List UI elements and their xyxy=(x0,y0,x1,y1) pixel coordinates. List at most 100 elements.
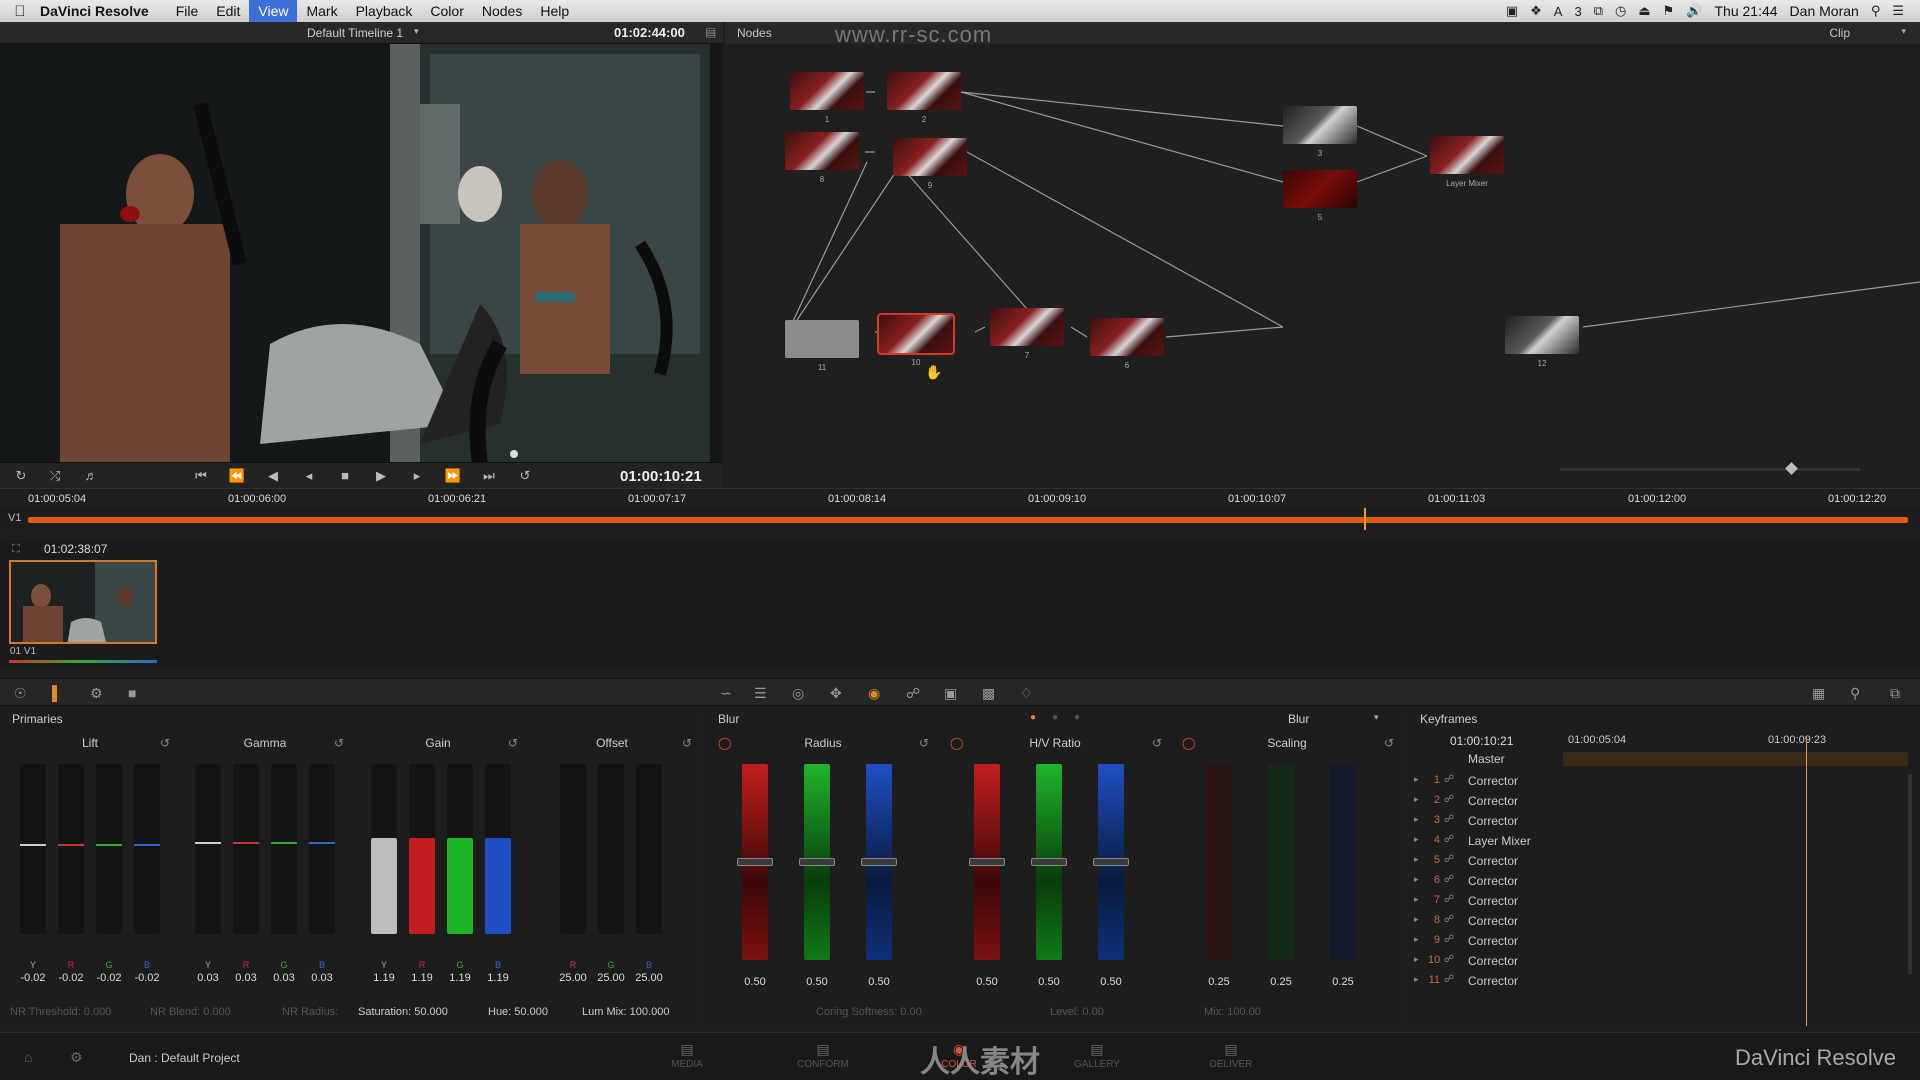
menu-mark[interactable]: Mark xyxy=(297,0,346,22)
lift-y-track[interactable] xyxy=(20,764,46,934)
keyframe-row[interactable]: ▸ 11 ☍ Corrector xyxy=(1408,974,1920,994)
lift-b-value[interactable]: -0.02 xyxy=(129,972,165,984)
home-icon[interactable]: ⌂ xyxy=(24,1049,32,1065)
node-layer-mixer[interactable] xyxy=(1430,136,1504,174)
blur-icon[interactable]: ◉ xyxy=(868,685,880,702)
keyframe-row[interactable]: ▸ 2 ☍ Corrector xyxy=(1408,794,1920,814)
keyframe-row[interactable]: ▸ 10 ☍ Corrector xyxy=(1408,954,1920,974)
step-forward-button[interactable]: ▸ xyxy=(408,468,426,484)
hv-r-handle[interactable] xyxy=(969,858,1005,866)
node-6[interactable] xyxy=(1090,318,1164,356)
radius-r-handle[interactable] xyxy=(737,858,773,866)
lock-icon[interactable]: ☍ xyxy=(1444,814,1454,825)
play-reverse-button[interactable]: ◂ xyxy=(300,468,318,484)
lock-icon[interactable]: ☍ xyxy=(1444,774,1454,785)
volume-icon[interactable]: 🔊 xyxy=(1686,3,1702,19)
lock-icon[interactable]: ☍ xyxy=(1444,914,1454,925)
radius-reset-icon[interactable]: ↺ xyxy=(919,736,929,750)
step-back-button[interactable]: ◀ xyxy=(264,468,282,484)
nr-blend[interactable]: NR Blend: 0.000 xyxy=(150,1006,231,1018)
timeline-selector[interactable]: Default Timeline 1 xyxy=(307,26,403,40)
expand-arrow-icon[interactable]: ▸ xyxy=(1414,834,1419,845)
offset-g-track[interactable] xyxy=(598,764,624,934)
flag-icon[interactable]: ⚑ xyxy=(1663,3,1675,19)
expand-arrow-icon[interactable]: ▸ xyxy=(1414,914,1419,925)
notifications-icon[interactable]: ☰ xyxy=(1892,3,1904,19)
mix[interactable]: Mix: 100.00 xyxy=(1204,1006,1261,1018)
expand-arrow-icon[interactable]: ▸ xyxy=(1414,934,1419,945)
scaling-b-value[interactable]: 0.25 xyxy=(1325,976,1361,988)
radius-g-value[interactable]: 0.50 xyxy=(799,976,835,988)
node-3[interactable] xyxy=(1283,106,1357,144)
expand-arrow-icon[interactable]: ▸ xyxy=(1414,794,1419,805)
node-8[interactable] xyxy=(785,132,859,170)
offset-r-value[interactable]: 25.00 xyxy=(555,972,591,984)
deliver-page-icon[interactable]: ▤ xyxy=(1196,1041,1266,1058)
radius-b-handle[interactable] xyxy=(861,858,897,866)
key-icon[interactable]: ☍ xyxy=(906,685,920,702)
first-frame-button[interactable]: ⏮ xyxy=(192,468,210,484)
lock-icon[interactable]: ☍ xyxy=(1444,934,1454,945)
lock-icon[interactable]: ☍ xyxy=(1444,974,1454,985)
app-name-menu[interactable]: DaVinci Resolve xyxy=(40,3,149,19)
gamma-b-track[interactable] xyxy=(309,764,335,934)
tab-conform[interactable]: CONFORM xyxy=(788,1059,858,1070)
keyframes-master-track[interactable] xyxy=(1563,752,1908,766)
adobe-icon[interactable]: A xyxy=(1554,4,1563,19)
scaling-b-bar[interactable] xyxy=(1330,764,1356,960)
lift-r-value[interactable]: -0.02 xyxy=(53,972,89,984)
hv-b-handle[interactable] xyxy=(1093,858,1129,866)
expand-panel-icon[interactable]: ⧉ xyxy=(1890,685,1900,702)
menu-edit[interactable]: Edit xyxy=(207,0,249,22)
shuffle-icon[interactable]: ⤮ xyxy=(46,468,64,484)
node-2[interactable] xyxy=(887,72,961,110)
rewind-button[interactable]: ⏪ xyxy=(228,468,246,484)
expand-arrow-icon[interactable]: ▸ xyxy=(1414,874,1419,885)
fast-forward-button[interactable]: ⏩ xyxy=(444,468,462,484)
hv-reset-icon[interactable]: ↺ xyxy=(1152,736,1162,750)
menu-help[interactable]: Help xyxy=(531,0,578,22)
gamma-r-track[interactable] xyxy=(233,764,259,934)
keyframe-row[interactable]: ▸ 9 ☍ Corrector xyxy=(1408,934,1920,954)
lock-icon[interactable]: ☍ xyxy=(1444,854,1454,865)
sizing-icon[interactable]: ▣ xyxy=(944,685,957,702)
saturation[interactable]: Saturation: 50.000 xyxy=(358,1006,448,1018)
node-11[interactable] xyxy=(785,320,859,358)
gamma-r-value[interactable]: 0.03 xyxy=(228,972,264,984)
rgb-mixer-icon[interactable]: ⚙ xyxy=(90,685,103,702)
spotlight-search-icon[interactable]: ⚲ xyxy=(1871,3,1881,19)
sharpen-tab-dot[interactable]: ● xyxy=(1052,712,1058,723)
settings-gear-icon[interactable]: ⚙ xyxy=(70,1049,83,1066)
chevron-down-icon[interactable]: ▾ xyxy=(414,26,419,37)
hue[interactable]: Hue: 50.000 xyxy=(488,1006,548,1018)
expand-arrow-icon[interactable]: ▸ xyxy=(1414,954,1419,965)
lift-reset-icon[interactable]: ↺ xyxy=(160,736,170,750)
tab-gallery[interactable]: GALLERY xyxy=(1062,1059,1132,1070)
node-7[interactable] xyxy=(990,308,1064,346)
stop-button[interactable]: ■ xyxy=(336,468,354,483)
qualifier-icon[interactable]: ☰ xyxy=(754,685,767,702)
node-zoom-slider[interactable] xyxy=(1560,468,1860,471)
media-page-icon[interactable]: ▤ xyxy=(652,1041,722,1058)
tab-media[interactable]: MEDIA xyxy=(652,1059,722,1070)
gamma-g-track[interactable] xyxy=(271,764,297,934)
viewer-scrub-handle[interactable] xyxy=(510,450,518,458)
clip-thumbnail[interactable] xyxy=(9,560,157,644)
gain-b-value[interactable]: 1.19 xyxy=(480,972,516,984)
lock-icon[interactable]: ☍ xyxy=(1444,894,1454,905)
radius-g-handle[interactable] xyxy=(799,858,835,866)
user-name[interactable]: Dan Moran xyxy=(1790,3,1859,19)
gamma-b-value[interactable]: 0.03 xyxy=(304,972,340,984)
lift-g-value[interactable]: -0.02 xyxy=(91,972,127,984)
offset-g-value[interactable]: 25.00 xyxy=(593,972,629,984)
hv-g-handle[interactable] xyxy=(1031,858,1067,866)
gamma-g-value[interactable]: 0.03 xyxy=(266,972,302,984)
lift-r-track[interactable] xyxy=(58,764,84,934)
gamma-reset-icon[interactable]: ↺ xyxy=(334,736,344,750)
menu-color[interactable]: Color xyxy=(421,0,472,22)
scaling-g-bar[interactable] xyxy=(1268,764,1294,960)
offset-b-value[interactable]: 25.00 xyxy=(631,972,667,984)
lift-g-track[interactable] xyxy=(96,764,122,934)
camera-icon[interactable]: ▣ xyxy=(1506,3,1518,19)
lock-icon[interactable]: ☍ xyxy=(1444,874,1454,885)
